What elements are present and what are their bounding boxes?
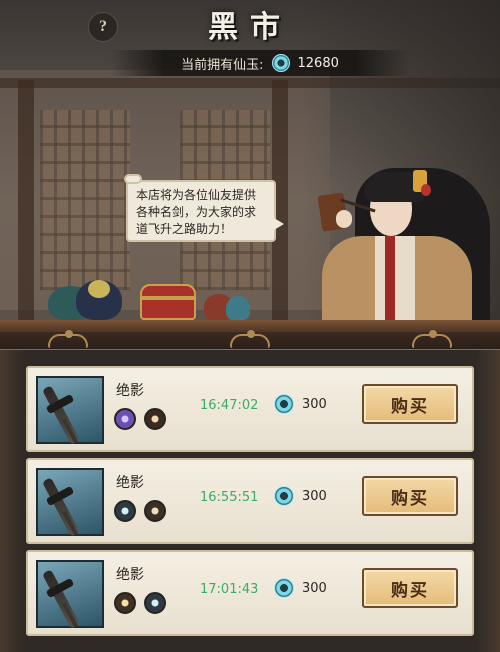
merchant-sash — [385, 236, 395, 326]
merchant-robe-inner — [375, 236, 415, 326]
item-row: 绝影 17:01:43 300 购买 — [26, 550, 474, 636]
gem-slots — [114, 500, 166, 522]
currency-label: 当前拥有仙玉: — [181, 57, 264, 73]
jade-coin-icon — [271, 54, 290, 72]
refresh-timer: 17:01:43 — [200, 582, 259, 597]
counter-goods — [48, 276, 268, 324]
buy-button[interactable]: 购买 — [362, 384, 458, 424]
violet-gem-icon[interactable] — [114, 408, 136, 430]
item-name: 绝影 — [116, 567, 144, 583]
jade-coin-icon — [274, 578, 294, 598]
price-value: 300 — [302, 396, 327, 412]
gem-slots — [114, 592, 166, 614]
counter-knot — [48, 330, 88, 348]
sword-thumbnail[interactable] — [36, 468, 104, 537]
counter-knot — [412, 330, 452, 348]
merchant-hand — [336, 210, 352, 228]
bubble-cloud — [124, 174, 142, 184]
item-name: 绝影 — [116, 383, 144, 399]
item-price: 300 — [274, 394, 327, 414]
teal-pouch — [226, 296, 250, 320]
hair-tassel — [421, 184, 431, 196]
refresh-timer: 16:47:02 — [200, 398, 259, 413]
jade-coin-icon — [274, 486, 294, 506]
item-row: 绝影 16:55:51 300 购买 — [26, 458, 474, 544]
gold-lid — [88, 280, 110, 298]
sword-thumbnail[interactable] — [36, 376, 104, 445]
speech-text: 本店将为各位仙友提供各种名剑，为大家的求道飞升之路助力！ — [136, 188, 257, 236]
refresh-timer: 16:55:51 — [200, 490, 259, 505]
item-name: 绝影 — [116, 475, 144, 491]
list-frame-right — [476, 350, 500, 652]
page-title: 黑市 — [208, 10, 292, 45]
earth-gem-icon[interactable] — [144, 500, 166, 522]
currency-value: 12680 — [297, 55, 339, 71]
item-row: 绝影 16:47:02 300 购买 — [26, 366, 474, 452]
fire-gem-icon[interactable] — [144, 408, 166, 430]
jade-coin-icon — [274, 394, 294, 414]
price-value: 300 — [302, 580, 327, 596]
gem-slots — [114, 408, 166, 430]
water-gem-icon[interactable] — [144, 592, 166, 614]
item-price: 300 — [274, 578, 327, 598]
sword-thumbnail[interactable] — [36, 560, 104, 629]
water-gem-icon[interactable] — [114, 500, 136, 522]
merchant-character — [300, 150, 500, 338]
counter-knot — [230, 330, 270, 348]
list-frame-left — [0, 350, 24, 652]
item-price: 300 — [274, 486, 327, 506]
gold-gem-icon[interactable] — [114, 592, 136, 614]
pillar — [18, 80, 34, 320]
chest-band — [140, 296, 196, 300]
buy-button[interactable]: 购买 — [362, 568, 458, 608]
treasure-chest — [140, 284, 196, 320]
currency-bar: 当前拥有仙玉: 12680 — [110, 50, 410, 76]
window-lattice — [40, 110, 130, 290]
buy-button[interactable]: 购买 — [362, 476, 458, 516]
price-value: 300 — [302, 488, 327, 504]
speech-bubble: 本店将为各位仙友提供各种名剑，为大家的求道飞升之路助力！ — [124, 174, 284, 242]
